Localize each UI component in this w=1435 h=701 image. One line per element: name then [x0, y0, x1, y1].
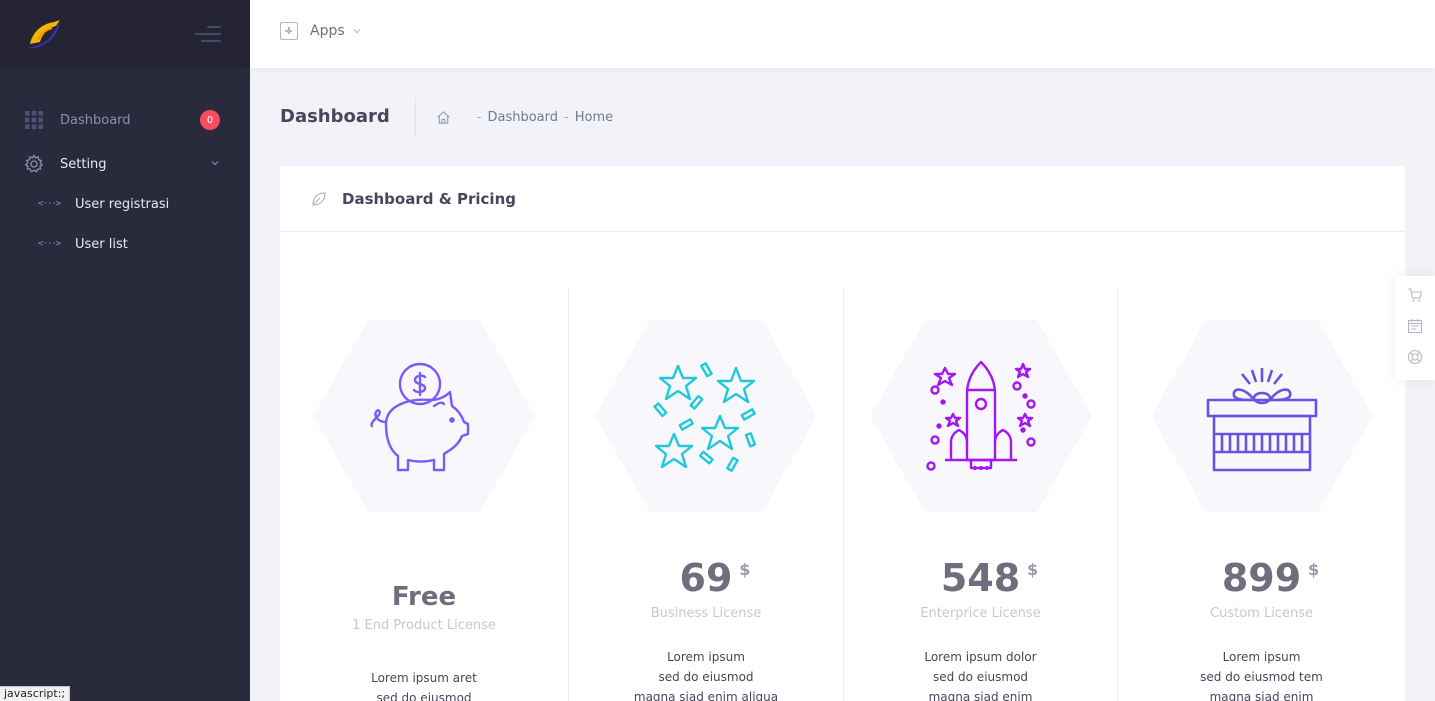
sidebar-item-dashboard[interactable]: Dashboard 0	[0, 100, 250, 140]
plan-description: Lorem ipsum sed do eiusmod tem magna sia…	[1118, 647, 1405, 701]
top-header: Apps	[250, 0, 1435, 68]
notification-badge: 0	[200, 110, 220, 130]
description-line: magna siad enim	[928, 690, 1033, 701]
pricing-plan-business: 69 $ Business License Lorem ipsum sed do…	[568, 288, 843, 701]
apps-dropdown[interactable]: Apps	[280, 22, 361, 40]
sidebar-item-label: Dashboard	[60, 112, 131, 128]
grid-icon	[24, 110, 44, 130]
cart-icon[interactable]	[1407, 287, 1423, 303]
price-currency: $	[1308, 560, 1320, 579]
description-line: sed do eiusmod tem	[1200, 670, 1323, 684]
lifebuoy-icon[interactable]	[1407, 349, 1423, 365]
description-line: Lorem ipsum aret	[371, 671, 477, 685]
price-amount: 69	[679, 556, 733, 600]
sidebar-brand	[0, 0, 250, 68]
browser-status-url: javascript:;	[0, 686, 71, 701]
page-title: Dashboard	[280, 98, 416, 136]
pricing-card: Dashboard & Pricing Free 1 End Product L…	[280, 166, 1405, 701]
breadcrumb-separator: -	[476, 109, 482, 125]
rocket-icon	[925, 360, 1036, 471]
dots-bracket-icon: <···>	[38, 239, 61, 249]
price-value: 69 $	[679, 556, 751, 600]
gift-box-icon	[1206, 368, 1317, 472]
price-block: Free 1 End Product License	[280, 582, 568, 633]
plan-description: Lorem ipsum aret sed do eiusmod	[280, 668, 568, 701]
license-name: Enterprice License	[920, 606, 1041, 621]
pricing-table: Free 1 End Product License Lorem ipsum a…	[280, 288, 1405, 701]
card-header: Dashboard & Pricing	[280, 166, 1405, 232]
description-line: magna siad enim aliqua	[633, 690, 779, 701]
description-line: sed do eiusmod	[658, 670, 754, 684]
price-amount: 899	[1221, 556, 1302, 600]
price-block: 548 $ Enterprice License	[844, 556, 1117, 621]
price-block: 899 $ Custom License	[1118, 556, 1405, 621]
price-block: 69 $ Business License	[569, 556, 843, 621]
plan-description: Lorem ipsum dolor sed do eiusmod magna s…	[844, 647, 1117, 701]
sidebar-subitem-user-registrasi[interactable]: <···> User registrasi	[0, 184, 250, 224]
price-value: 548 $	[940, 556, 1038, 600]
apps-label: Apps	[310, 23, 345, 39]
description-line: Lorem ipsum dolor	[924, 650, 1037, 664]
license-name: Custom License	[1210, 606, 1313, 621]
sidebar-item-label: Setting	[60, 156, 107, 172]
pricing-plan-free: Free 1 End Product License Lorem ipsum a…	[280, 288, 568, 701]
chevron-down-icon	[211, 161, 219, 166]
add-square-icon	[280, 22, 298, 40]
piggy-bank-icon	[370, 362, 470, 472]
calendar-icon[interactable]	[1407, 318, 1423, 334]
description-line: Lorem ipsum	[667, 650, 745, 664]
sidebar-subitem-user-list[interactable]: <···> User list	[0, 224, 250, 264]
license-name: 1 End Product License	[352, 618, 496, 633]
sidebar-subitem-label: User registrasi	[75, 196, 170, 212]
sidebar-toggle-button[interactable]	[193, 26, 221, 42]
price-currency: $	[1027, 560, 1039, 579]
sidebar-subitem-label: User list	[75, 236, 128, 252]
gear-icon	[24, 154, 44, 174]
stars-confetti-icon	[653, 362, 757, 472]
price-amount: 548	[940, 556, 1021, 600]
card-title: Dashboard & Pricing	[342, 189, 516, 208]
sidebar: Dashboard 0 Setting <···> User registras…	[0, 0, 250, 701]
home-icon[interactable]	[436, 110, 451, 125]
plan-description: Lorem ipsum sed do eiusmod magna siad en…	[569, 647, 843, 701]
breadcrumb-item-home[interactable]: Home	[575, 110, 613, 125]
chevron-down-icon	[353, 29, 361, 34]
description-line: sed do eiusmod	[932, 670, 1029, 684]
breadcrumb: - Dashboard - Home	[477, 110, 613, 125]
description-line: magna siad enim	[1209, 690, 1314, 701]
pricing-plan-custom: 899 $ Custom License Lorem ipsum sed do …	[1117, 288, 1405, 701]
sidebar-item-setting[interactable]: Setting	[0, 144, 250, 184]
leaf-icon	[312, 191, 326, 206]
breadcrumb-item-dashboard[interactable]: Dashboard	[487, 110, 558, 125]
pricing-plan-enterprise: 548 $ Enterprice License Lorem ipsum dol…	[843, 288, 1117, 701]
price-value: Free	[391, 582, 457, 612]
license-name: Business License	[650, 606, 762, 621]
description-line: sed do eiusmod	[376, 691, 472, 701]
quick-toolbar	[1395, 276, 1435, 380]
sidebar-menu: Dashboard 0 Setting <···> User registras…	[0, 100, 250, 264]
breadcrumb-separator: -	[564, 109, 569, 125]
subheader: Dashboard - Dashboard - Home	[280, 98, 613, 136]
description-line: Lorem ipsum	[1222, 650, 1301, 664]
price-currency: $	[739, 560, 751, 579]
logo-icon[interactable]	[26, 18, 62, 50]
dots-bracket-icon: <···>	[38, 199, 61, 209]
price-value: 899 $	[1221, 556, 1319, 600]
